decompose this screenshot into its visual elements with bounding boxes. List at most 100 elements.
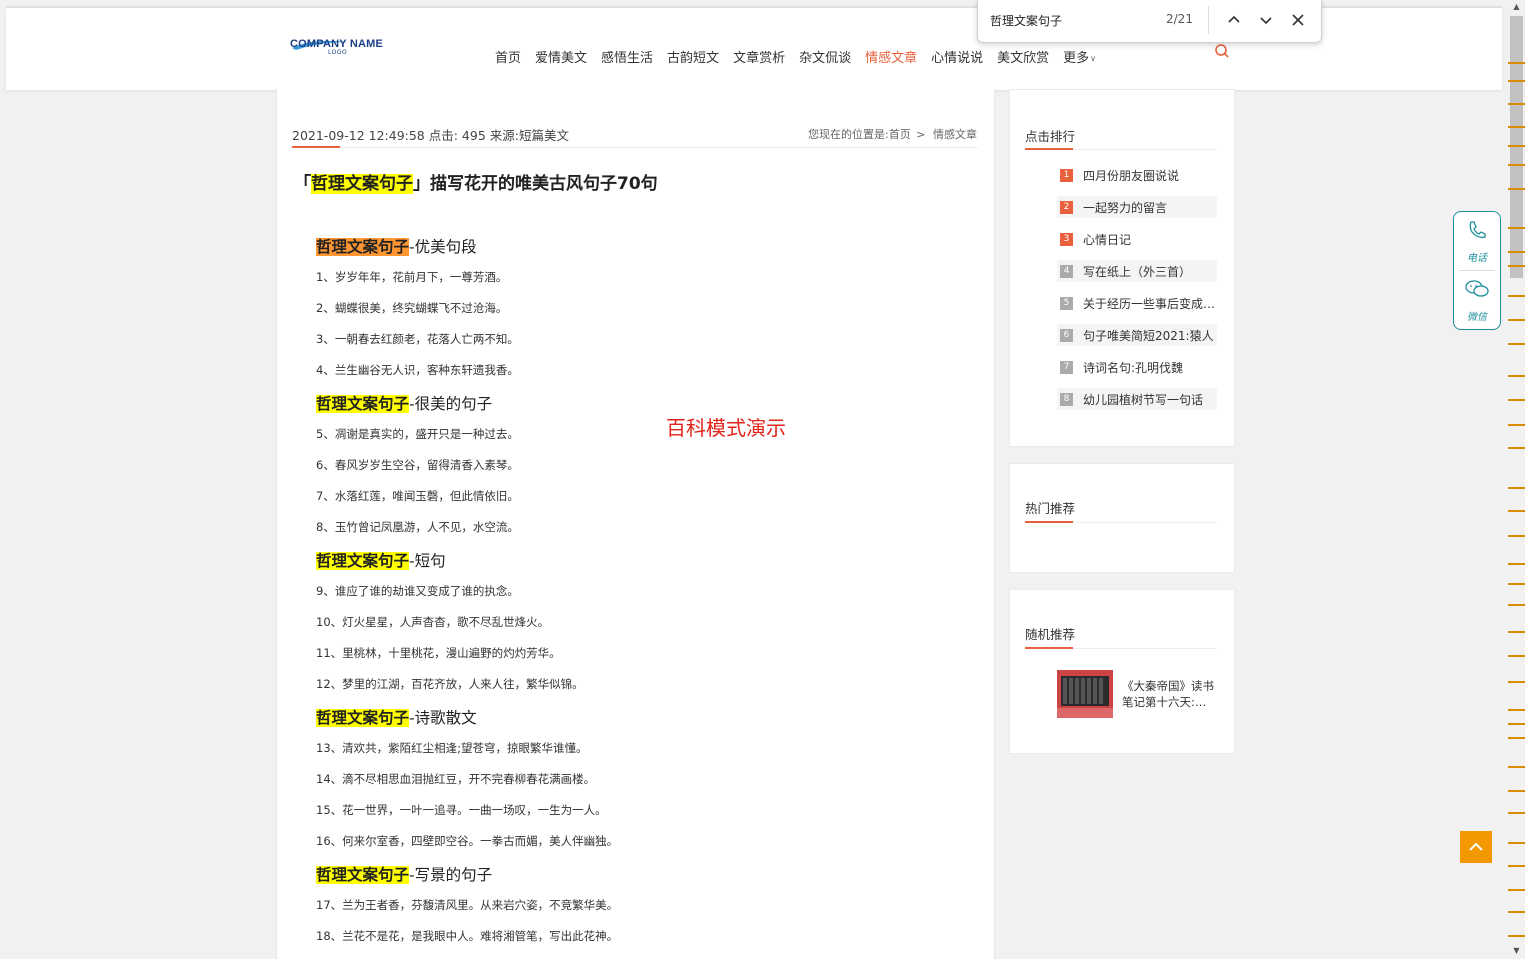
find-match-count: 2/21	[1166, 12, 1193, 26]
back-to-top-button[interactable]	[1460, 831, 1492, 863]
article-line: 13、清欢共，紫陌红尘相逢;望苍穹，掠眼繁华谁懂。	[316, 741, 588, 755]
breadcrumb-current[interactable]: 情感文章	[933, 128, 977, 141]
find-match-marker	[1508, 447, 1525, 449]
ranking-item[interactable]: 6 句子唯美简短2021:猿人	[1057, 324, 1217, 346]
wechat-button[interactable]: 微信	[1454, 274, 1500, 330]
main-nav: 首页 爱情美文 感悟生活 古韵短文 文章赏析 杂文侃谈 情感文章 心情说说 美文…	[488, 50, 1103, 68]
nav-item-classic[interactable]: 古韵短文	[660, 50, 726, 68]
find-match-marker	[1508, 375, 1525, 377]
title-open-bracket: 「	[294, 174, 311, 194]
article-line: 12、梦里的江湖，百花齐放，人来人往，繁华似锦。	[316, 677, 584, 691]
find-match-marker	[1508, 510, 1525, 512]
find-match-marker	[1508, 681, 1525, 683]
find-match-marker	[1508, 227, 1525, 229]
nav-item-beauty[interactable]: 美文欣赏	[990, 50, 1056, 68]
scroll-down-arrow-icon[interactable]: ▼	[1510, 944, 1523, 958]
article-line: 8、玉竹曾记凤凰游，人不见，水空流。	[316, 520, 519, 534]
random-title: 随机推荐	[1025, 627, 1076, 642]
find-match-marker	[1508, 812, 1525, 814]
find-match-marker	[1508, 535, 1525, 537]
hot-underline	[1025, 521, 1073, 523]
ranking-title: 点击排行	[1025, 129, 1076, 144]
rank-label: 心情日记	[1083, 232, 1132, 247]
search-icon[interactable]	[1214, 43, 1230, 59]
meta-divider	[292, 147, 978, 148]
article-line: 6、春风岁岁生空谷，留得清香入素琴。	[316, 458, 519, 472]
article-line: 18、兰花不是花，是我眼中人。难将湘管笔，写出此花神。	[316, 929, 619, 943]
find-match-marker	[1508, 164, 1525, 166]
heading-highlight: 哲理文案句子	[316, 395, 410, 413]
nav-item-life[interactable]: 感悟生活	[594, 50, 660, 68]
random-item-title[interactable]: 《大秦帝国》读书笔记第十六天:…	[1122, 678, 1217, 710]
nav-item-essay[interactable]: 杂文侃谈	[792, 50, 858, 68]
ranking-item[interactable]: 5 关于经历一些事后变成熟的句子	[1057, 292, 1217, 314]
article-line: 14、滴不尽相思血泪抛红豆，开不完春柳春花满画楼。	[316, 772, 596, 786]
breadcrumb-separator: >	[916, 128, 926, 141]
article-line: 10、灯火星星，人声杳杳，歌不尽乱世烽火。	[316, 615, 550, 629]
find-match-marker	[1508, 62, 1525, 64]
phone-icon	[1469, 221, 1486, 239]
find-next-icon[interactable]	[1255, 9, 1277, 31]
rank-number: 1	[1060, 168, 1073, 182]
find-match-marker	[1508, 790, 1525, 792]
scroll-up-arrow-icon[interactable]: ▲	[1510, 0, 1523, 14]
find-match-marker	[1508, 251, 1525, 253]
ranking-item[interactable]: 4 写在纸上（外三首）	[1057, 260, 1217, 282]
scrollbar-thumb[interactable]	[1510, 16, 1523, 278]
breadcrumb-home[interactable]: 首页	[889, 128, 911, 141]
breadcrumb: 您现在的位置是:首页 > 情感文章	[808, 126, 979, 142]
title-highlight: 哲理文案句子	[311, 174, 413, 194]
find-match-marker	[1508, 80, 1525, 82]
section-heading: 哲理文案句子-很美的句子	[316, 392, 492, 414]
hot-title: 热门推荐	[1025, 501, 1076, 516]
contact-float: 电话 微信	[1453, 211, 1501, 330]
find-match-marker	[1508, 126, 1525, 128]
article-line: 4、兰生幽谷无人识，客种东轩遗我香。	[316, 363, 519, 377]
ranking-item[interactable]: 2 一起努力的留言	[1057, 196, 1217, 218]
find-input[interactable]	[990, 11, 1140, 29]
article-line: 7、水落红莲，唯闻玉磬，但此情依旧。	[316, 489, 519, 503]
ranking-item[interactable]: 8 幼儿园植树节写一句话	[1057, 388, 1217, 410]
nav-item-mood[interactable]: 心情说说	[924, 50, 990, 68]
heading-highlight: 哲理文案句子	[316, 552, 410, 570]
chevron-down-icon: ∨	[1090, 54, 1097, 63]
article-line: 9、谁应了谁的劫谁又变成了谁的执念。	[316, 584, 519, 598]
find-prev-icon[interactable]	[1223, 9, 1245, 31]
company-logo[interactable]: COMPANY NAME LOGO	[290, 34, 412, 60]
find-match-marker	[1508, 709, 1525, 711]
breadcrumb-prefix: 您现在的位置是:	[808, 128, 889, 141]
find-match-marker	[1508, 103, 1525, 105]
article-title: 「哲理文案句子」描写花开的唯美古风句子70句	[294, 169, 658, 194]
arrow-up-icon	[1469, 842, 1483, 851]
article-line: 2、蝴蝶很美，终究蝴蝶飞不过沧海。	[316, 301, 508, 315]
article-line: 3、一朝春去红颜老，花落人亡两不知。	[316, 332, 519, 346]
rank-label: 幼儿园植树节写一句话	[1083, 392, 1204, 407]
rank-number: 6	[1060, 328, 1073, 342]
find-close-icon[interactable]	[1287, 9, 1309, 31]
find-match-marker	[1508, 563, 1525, 565]
rank-number: 8	[1060, 392, 1073, 406]
article-container: 2021-09-12 12:49:58 点击: 495 来源:短篇美文 您现在的…	[276, 89, 995, 959]
ranking-item[interactable]: 3 心情日记	[1057, 228, 1217, 250]
nav-item-emotion[interactable]: 情感文章	[858, 50, 924, 68]
ranking-item[interactable]: 1 四月份朋友圈说说	[1057, 164, 1217, 186]
book-thumbnail[interactable]	[1057, 670, 1113, 718]
find-match-marker	[1508, 842, 1525, 844]
nav-item-home[interactable]: 首页	[488, 50, 528, 68]
find-match-marker	[1508, 487, 1525, 489]
phone-button[interactable]: 电话	[1454, 214, 1500, 270]
nav-more[interactable]: 更多 ∨	[1056, 50, 1103, 68]
section-heading: 哲理文案句子-优美句段	[316, 235, 477, 257]
section-heading: 哲理文案句子-诗歌散文	[316, 706, 477, 728]
wechat-icon	[1465, 280, 1489, 297]
ranking-item[interactable]: 7 诗词名句:孔明伐魏	[1057, 356, 1217, 378]
rank-label: 写在纸上（外三首）	[1083, 264, 1192, 279]
heading-highlight-current: 哲理文案句子	[316, 238, 410, 256]
nav-item-love[interactable]: 爱情美文	[528, 50, 594, 68]
wechat-label: 微信	[1467, 312, 1487, 323]
find-match-marker	[1508, 737, 1525, 739]
phone-label: 电话	[1467, 253, 1487, 264]
find-match-marker	[1508, 865, 1525, 867]
article-line: 5、凋谢是真实的，盛开只是一种过去。	[316, 427, 519, 441]
nav-item-appreciation[interactable]: 文章赏析	[726, 50, 792, 68]
